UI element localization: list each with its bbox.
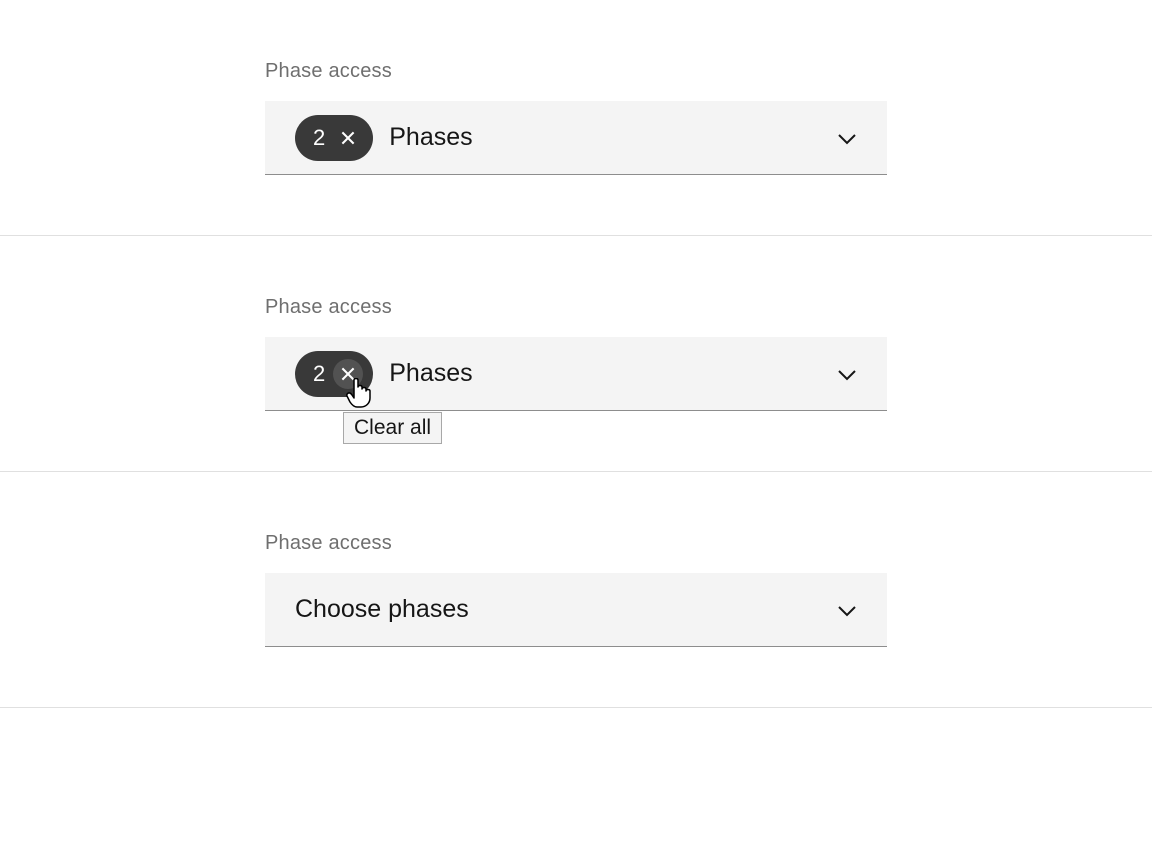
panel-hover: Phase access 2 Phases	[0, 236, 1152, 472]
chevron-down-icon	[837, 132, 857, 144]
dropdown-selected-label: Phases	[389, 123, 472, 152]
panel-empty: Phase access Choose phases	[0, 472, 1152, 708]
selection-tag[interactable]: 2	[295, 115, 373, 161]
close-icon[interactable]	[333, 359, 363, 389]
panel-default: Phase access 2 Phases	[0, 0, 1152, 236]
selection-tag[interactable]: 2	[295, 351, 373, 397]
phases-dropdown[interactable]: Choose phases	[265, 573, 887, 647]
clear-all-tooltip: Clear all	[343, 412, 442, 444]
field-label: Phase access	[265, 532, 887, 555]
phases-dropdown[interactable]: 2 Phases	[265, 101, 887, 175]
close-icon[interactable]	[333, 123, 363, 153]
dropdown-placeholder: Choose phases	[295, 595, 469, 624]
tag-count: 2	[313, 361, 325, 387]
chevron-down-icon	[837, 368, 857, 380]
dropdown-selected-label: Phases	[389, 359, 472, 388]
tag-count: 2	[313, 125, 325, 151]
phases-dropdown[interactable]: 2 Phases	[265, 337, 887, 411]
chevron-down-icon	[837, 604, 857, 616]
field-label: Phase access	[265, 60, 887, 83]
field-label: Phase access	[265, 296, 887, 319]
